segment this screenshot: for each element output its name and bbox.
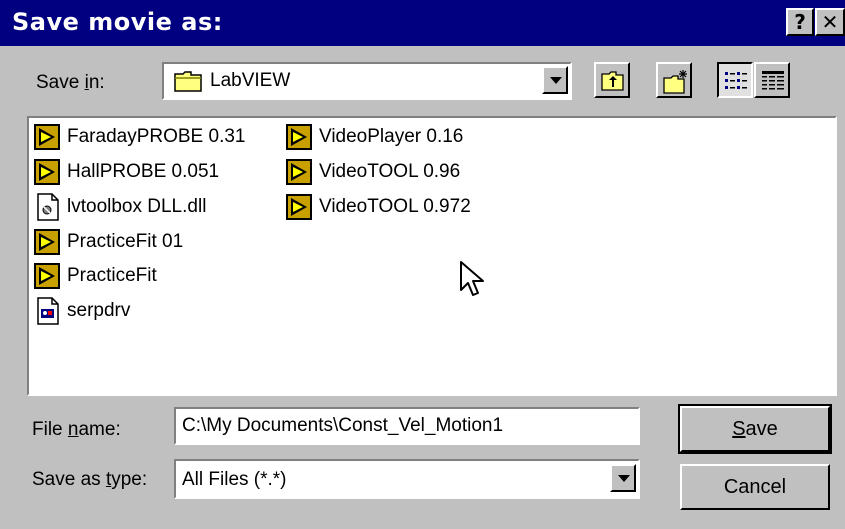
list-item[interactable]: FaradayPROBE 0.31 <box>33 122 245 152</box>
create-new-folder-button[interactable] <box>656 62 692 98</box>
file-name: FaradayPROBE 0.31 <box>67 126 246 147</box>
list-item[interactable]: VideoPlayer 0.16 <box>285 122 463 152</box>
labview-vi-icon <box>34 159 60 185</box>
file-name: VideoTOOL 0.96 <box>319 161 461 182</box>
save-in-combo[interactable]: LabVIEW <box>162 62 572 100</box>
file-name: lvtoolbox DLL.dll <box>67 196 207 217</box>
close-button[interactable]: ✕ <box>815 8 845 36</box>
list-view-icon <box>725 72 747 89</box>
labview-vi-icon <box>286 159 312 185</box>
chevron-down-icon <box>618 475 630 482</box>
dll-file-icon <box>37 193 59 221</box>
labview-vi-icon <box>34 229 60 255</box>
up-folder-icon <box>601 71 624 91</box>
chevron-down-icon <box>550 77 562 84</box>
folder-icon <box>174 70 202 97</box>
mouse-cursor-icon <box>460 261 484 296</box>
file-name: serpdrv <box>67 300 131 321</box>
driver-file-icon <box>37 297 59 325</box>
labview-vi-icon <box>34 124 60 150</box>
save-as-type-label: Save as type: <box>32 469 148 490</box>
save-as-type-combo[interactable]: All Files (*.*) <box>174 459 640 499</box>
list-item[interactable]: lvtoolbox DLL.dll <box>33 192 206 222</box>
save-in-dropdown-button[interactable] <box>542 66 568 94</box>
labview-vi-icon <box>34 263 60 289</box>
file-name: VideoPlayer 0.16 <box>319 126 464 147</box>
file-name: VideoTOOL 0.972 <box>319 196 471 217</box>
details-view-icon <box>762 71 784 90</box>
save-in-value: LabVIEW <box>210 70 291 91</box>
help-button[interactable]: ? <box>786 8 814 36</box>
up-one-level-button[interactable] <box>594 62 630 98</box>
new-folder-icon <box>663 70 687 94</box>
file-name-value: C:\My Documents\Const_Vel_Motion1 <box>182 415 504 436</box>
file-name: PracticeFit 01 <box>67 231 184 252</box>
list-item[interactable]: VideoTOOL 0.96 <box>285 157 460 187</box>
file-name-label: File name: <box>32 419 121 440</box>
save-as-type-value: All Files (*.*) <box>182 469 287 490</box>
labview-vi-icon <box>286 124 312 150</box>
title-bar: Save movie as: ? ✕ <box>0 0 845 46</box>
list-item[interactable]: PracticeFit <box>33 261 157 291</box>
file-list[interactable]: FaradayPROBE 0.31 HallPROBE 0.051 lvtool… <box>27 116 837 396</box>
list-item[interactable]: serpdrv <box>33 296 130 326</box>
list-item[interactable]: HallPROBE 0.051 <box>33 157 219 187</box>
cancel-button[interactable]: Cancel <box>680 464 830 510</box>
window-title: Save movie as: <box>12 8 223 36</box>
labview-vi-icon <box>286 194 312 220</box>
file-name: HallPROBE 0.051 <box>67 161 220 182</box>
file-name-input[interactable]: C:\My Documents\Const_Vel_Motion1 <box>174 407 640 445</box>
details-view-button[interactable] <box>754 62 790 98</box>
list-view-button[interactable] <box>717 62 753 98</box>
save-button[interactable]: Save <box>678 404 832 454</box>
list-item[interactable]: VideoTOOL 0.972 <box>285 192 471 222</box>
list-item[interactable]: PracticeFit 01 <box>33 227 183 257</box>
save-in-label: Save in: <box>36 72 105 93</box>
save-as-type-dropdown-button[interactable] <box>610 464 636 492</box>
file-name: PracticeFit <box>67 265 157 286</box>
